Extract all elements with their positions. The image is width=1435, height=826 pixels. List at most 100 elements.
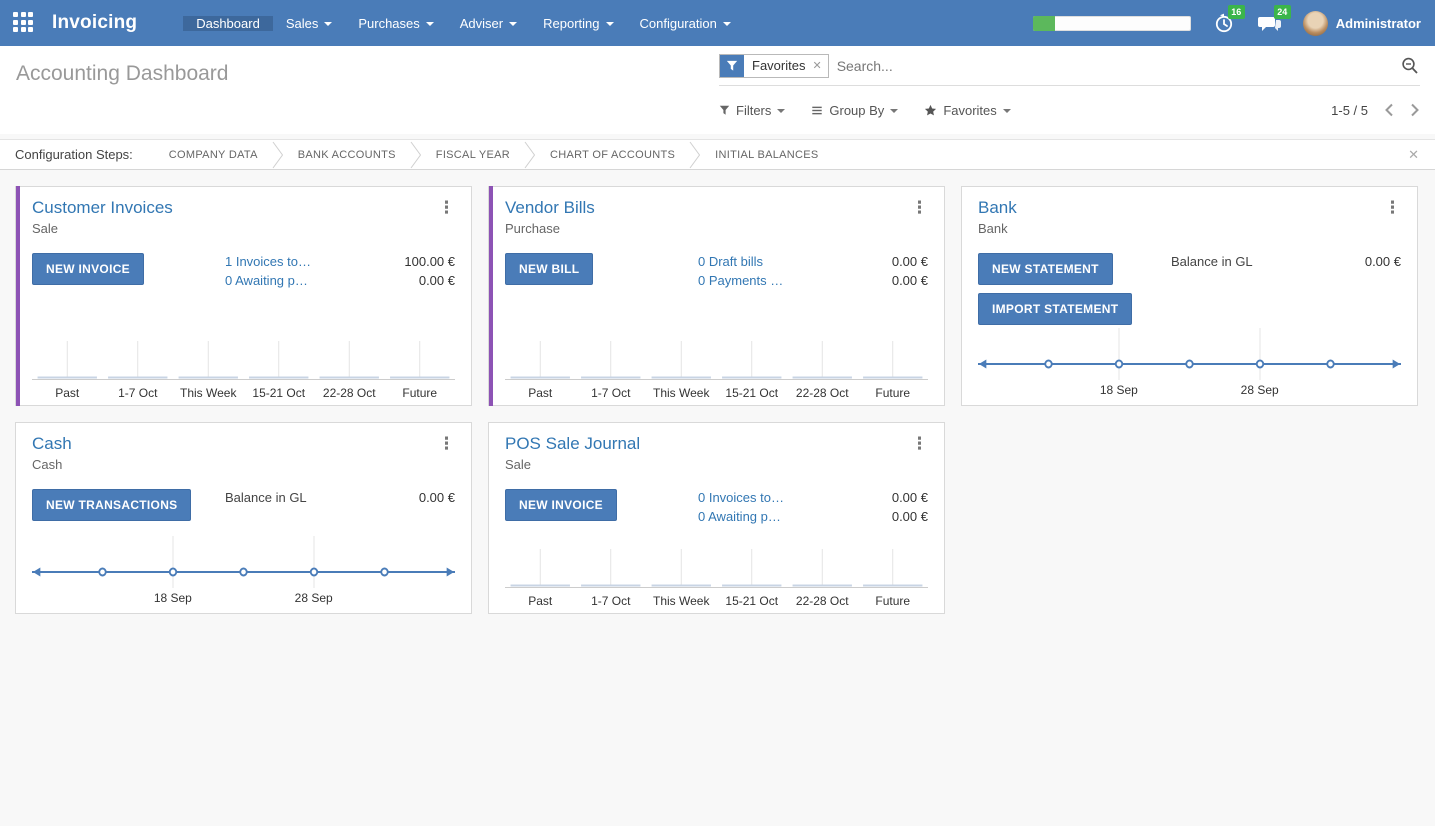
nav-left: Invoicing Dashboard Sales Purchases Advi…	[0, 0, 744, 46]
caret-down-icon	[890, 109, 898, 113]
caret-down-icon	[777, 109, 785, 113]
draft-bills-link[interactable]: 0 Draft bills	[698, 253, 763, 271]
card-cash: Cash ⋮ Cash NEW TRANSACTIONS Balance in …	[15, 422, 472, 614]
caret-down-icon	[324, 22, 332, 26]
activities-badge: 16	[1228, 5, 1245, 19]
planner-progress-bar[interactable]	[1033, 16, 1191, 31]
chevron-separator-icon	[524, 141, 536, 169]
page-title: Accounting Dashboard	[16, 62, 703, 86]
group-by-button[interactable]: Group By	[811, 103, 898, 118]
pager-range[interactable]: 1-5 / 5	[1331, 103, 1368, 118]
chart-x-axis-labels: 18 Sep 28 Sep	[978, 380, 1401, 405]
list-icon	[811, 105, 823, 116]
menu-reporting[interactable]: Reporting	[530, 16, 626, 31]
card-title[interactable]: POS Sale Journal	[505, 434, 640, 454]
menu-sales[interactable]: Sales	[273, 16, 346, 31]
kebab-menu-icon[interactable]: ⋮	[434, 198, 459, 218]
card-title[interactable]: Bank	[978, 198, 1017, 218]
user-menu[interactable]: Administrator	[1303, 11, 1421, 36]
search-input[interactable]	[837, 58, 1392, 74]
balance-in-gl-label: Balance in GL	[225, 489, 307, 507]
kebab-menu-icon[interactable]: ⋮	[1380, 198, 1405, 218]
amount: 0.00 €	[892, 508, 928, 526]
new-transactions-button[interactable]: NEW TRANSACTIONS	[32, 489, 191, 521]
app-name[interactable]: Invoicing	[52, 12, 137, 34]
sparkline-bar-chart: Past 1-7 Oct This Week 15-21 Oct 22-28 O…	[505, 537, 928, 613]
chevron-separator-icon	[272, 141, 284, 169]
new-statement-button[interactable]: NEW STATEMENT	[978, 253, 1113, 285]
caret-down-icon	[509, 22, 517, 26]
kebab-menu-icon[interactable]: ⋮	[434, 434, 459, 454]
chart-x-axis-labels: Past 1-7 Oct This Week 15-21 Oct 22-28 O…	[505, 381, 928, 405]
favorites-button[interactable]: Favorites	[924, 103, 1010, 118]
caret-down-icon	[1003, 109, 1011, 113]
amount: 0.00 €	[892, 272, 928, 290]
close-icon[interactable]: ✕	[1408, 147, 1419, 163]
facet-remove-icon[interactable]: ✕	[812, 55, 827, 77]
menu-configuration[interactable]: Configuration	[627, 16, 744, 31]
step-initial-balances[interactable]: INITIAL BALANCES	[701, 149, 832, 161]
menu-purchases[interactable]: Purchases	[345, 16, 446, 31]
card-customer-invoices: Customer Invoices ⋮ Sale NEW INVOICE 1 I…	[15, 186, 472, 406]
amount: 100.00 €	[404, 253, 455, 271]
messages-chat-icon[interactable]: 24	[1257, 10, 1283, 36]
messages-badge: 24	[1274, 5, 1291, 19]
invoices-to-validate-link[interactable]: 0 Invoices to…	[698, 489, 784, 507]
import-statement-button[interactable]: IMPORT STATEMENT	[978, 293, 1132, 325]
search-magnifier-icon[interactable]	[1400, 56, 1420, 76]
menu-adviser[interactable]: Adviser	[447, 16, 530, 31]
card-subtitle: Sale	[32, 221, 455, 236]
new-invoice-button[interactable]: NEW INVOICE	[32, 253, 144, 285]
caret-down-icon	[606, 22, 614, 26]
new-invoice-button[interactable]: NEW INVOICE	[505, 489, 617, 521]
card-subtitle: Bank	[978, 221, 1401, 236]
step-company-data[interactable]: COMPANY DATA	[155, 149, 272, 161]
step-bank-accounts[interactable]: BANK ACCOUNTS	[284, 149, 410, 161]
kebab-menu-icon[interactable]: ⋮	[907, 198, 932, 218]
card-subtitle: Purchase	[505, 221, 928, 236]
card-title[interactable]: Cash	[32, 434, 72, 454]
activities-clock-icon[interactable]: 16	[1211, 10, 1237, 36]
amount: 0.00 €	[892, 253, 928, 271]
avatar	[1303, 11, 1328, 36]
chart-x-axis-labels: 18 Sep 28 Sep	[32, 588, 455, 613]
pager: 1-5 / 5	[1331, 103, 1420, 118]
top-navbar: Invoicing Dashboard Sales Purchases Advi…	[0, 0, 1435, 46]
card-vendor-bills: Vendor Bills ⋮ Purchase NEW BILL 0 Draft…	[488, 186, 945, 406]
card-title[interactable]: Vendor Bills	[505, 198, 595, 218]
filters-button[interactable]: Filters	[719, 103, 785, 118]
caret-down-icon	[426, 22, 434, 26]
payments-link[interactable]: 0 Payments …	[698, 272, 783, 290]
card-title[interactable]: Customer Invoices	[32, 198, 173, 218]
amount: 0.00 €	[1365, 253, 1401, 271]
card-subtitle: Sale	[505, 457, 928, 472]
pager-next-icon[interactable]	[1410, 103, 1420, 117]
control-panel: Accounting Dashboard Favorites ✕	[0, 46, 1435, 134]
dashboard-kanban: Customer Invoices ⋮ Sale NEW INVOICE 1 I…	[0, 170, 1435, 630]
card-bank: Bank ⋮ Bank NEW STATEMENT IMPORT STATEME…	[961, 186, 1418, 406]
sparkline-bar-chart: Past 1-7 Oct This Week 15-21 Oct 22-28 O…	[32, 329, 455, 405]
search-bar: Favorites ✕	[719, 46, 1420, 86]
search-panel: Favorites ✕ Filters	[719, 46, 1435, 134]
chart-x-axis-labels: Past 1-7 Oct This Week 15-21 Oct 22-28 O…	[505, 589, 928, 613]
nav-right: 16 24 Administrator	[1033, 0, 1435, 46]
configuration-steps-bar: Configuration Steps: COMPANY DATA BANK A…	[0, 139, 1435, 170]
menu-dashboard[interactable]: Dashboard	[183, 16, 273, 31]
chevron-separator-icon	[410, 141, 422, 169]
step-chart-of-accounts[interactable]: CHART OF ACCOUNTS	[536, 149, 689, 161]
apps-grid-icon[interactable]	[13, 12, 35, 34]
amount: 0.00 €	[892, 489, 928, 507]
sparkline-bar-chart: Past 1-7 Oct This Week 15-21 Oct 22-28 O…	[505, 329, 928, 405]
amount: 0.00 €	[419, 272, 455, 290]
kebab-menu-icon[interactable]: ⋮	[907, 434, 932, 454]
awaiting-payments-link[interactable]: 0 Awaiting p…	[225, 272, 308, 290]
card-pos-sale-journal: POS Sale Journal ⋮ Sale NEW INVOICE 0 In…	[488, 422, 945, 614]
amount: 0.00 €	[419, 489, 455, 507]
pager-previous-icon[interactable]	[1384, 103, 1394, 117]
breadcrumb: Accounting Dashboard	[0, 46, 719, 134]
step-fiscal-year[interactable]: FISCAL YEAR	[422, 149, 524, 161]
new-bill-button[interactable]: NEW BILL	[505, 253, 593, 285]
awaiting-payments-link[interactable]: 0 Awaiting p…	[698, 508, 781, 526]
invoices-to-validate-link[interactable]: 1 Invoices to…	[225, 253, 311, 271]
chart-x-axis-labels: Past 1-7 Oct This Week 15-21 Oct 22-28 O…	[32, 381, 455, 405]
